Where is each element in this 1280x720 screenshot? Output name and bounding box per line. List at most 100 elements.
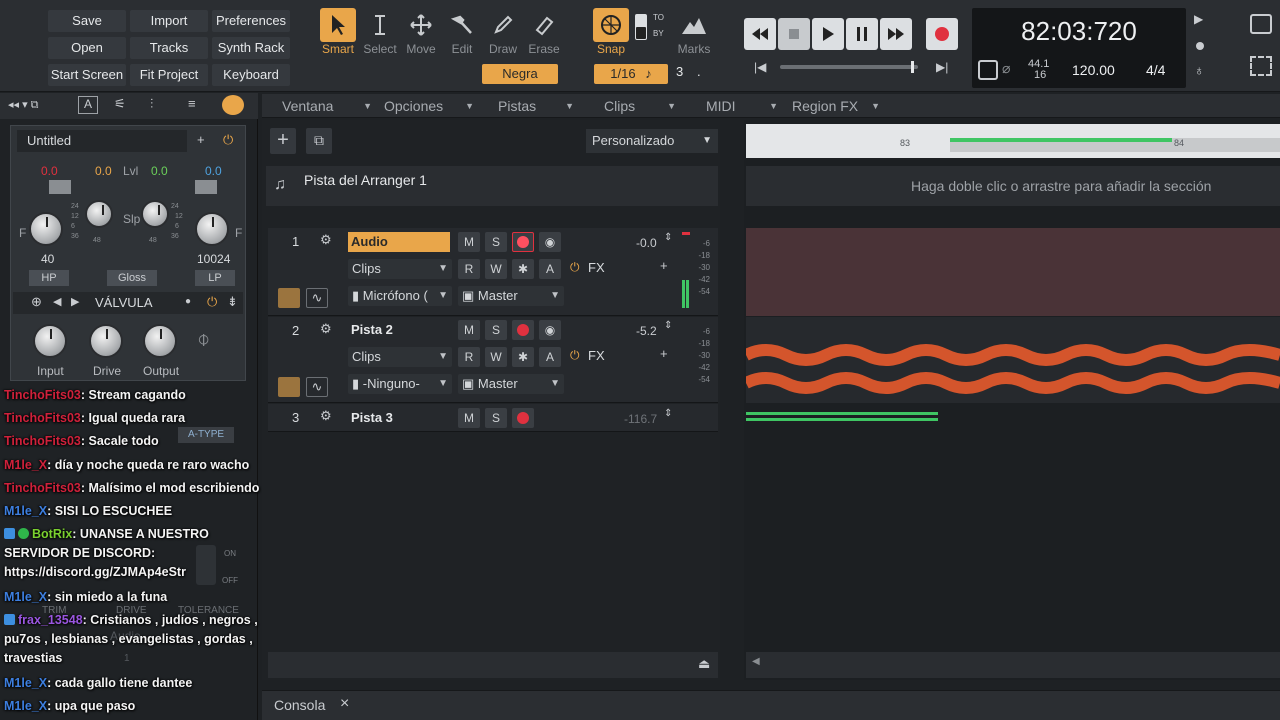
right-gain-knob[interactable] — [141, 200, 169, 228]
erase-tool[interactable]: Erase — [524, 8, 564, 60]
automation-icon[interactable]: ∿ — [306, 288, 328, 308]
track-row[interactable]: 3 ⚙ Pista 3 M S -116.7 ⇕ — [268, 404, 718, 432]
record-button[interactable] — [926, 18, 958, 50]
record-mode-icon[interactable] — [1196, 42, 1204, 50]
track-row[interactable]: 2 ⚙ Pista 2 M S ◉ -5.2 ⇕ Clips ▼ R W ✱ A … — [268, 317, 718, 403]
preset-name[interactable]: Untitled — [17, 130, 187, 152]
position-slider[interactable] — [780, 61, 918, 73]
menu-clips[interactable]: Clips ▼ — [604, 94, 676, 118]
waveform-icon[interactable]: ⫶ — [150, 96, 153, 112]
lanes-icon[interactable] — [278, 288, 300, 308]
edit-tool[interactable]: Edit — [442, 8, 482, 60]
volume-spinner-icon[interactable]: ⇕ — [664, 232, 672, 243]
duplicate-track-icon[interactable]: ⧉ — [306, 128, 332, 154]
power-icon[interactable] — [222, 95, 244, 115]
volume-spinner-icon[interactable]: ⇕ — [664, 408, 672, 419]
track-volume[interactable]: -0.0 — [636, 236, 657, 250]
track-name[interactable]: Pista 2 — [348, 320, 450, 340]
output-dropdown[interactable]: ▣ Master ▼ — [458, 286, 564, 306]
fx-label[interactable]: FX — [588, 260, 605, 275]
mute-button[interactable]: M — [458, 408, 480, 428]
lp-frequency-knob[interactable] — [195, 212, 229, 246]
valve-power-icon[interactable]: ⏻ — [207, 294, 217, 310]
close-icon[interactable]: × — [340, 695, 349, 713]
track-name[interactable]: Pista 3 — [348, 408, 450, 428]
menu-pistas[interactable]: Pistas ▼ — [498, 94, 574, 118]
freeze-button[interactable]: ✱ — [512, 347, 534, 367]
save-button[interactable]: Save — [48, 10, 126, 32]
track-name[interactable]: Audio — [348, 232, 450, 252]
track-settings-icon[interactable]: ⚙ — [320, 321, 332, 337]
freeze-button[interactable]: ✱ — [512, 259, 534, 279]
write-automation-button[interactable]: W — [485, 259, 507, 279]
track-settings-icon[interactable]: ⚙ — [320, 408, 332, 424]
gloss-button[interactable]: Gloss — [107, 270, 157, 286]
solo-button[interactable]: S — [485, 232, 507, 252]
track2-clip-lane[interactable] — [743, 317, 1280, 403]
drive-knob[interactable] — [89, 324, 123, 358]
expand-arrow-icon[interactable]: ▶ — [1194, 12, 1203, 26]
add-fx-icon[interactable]: + — [660, 346, 668, 361]
arm-record-button[interactable] — [512, 320, 534, 340]
time-readout[interactable]: 82:03:720 — [972, 16, 1186, 47]
add-fx-icon[interactable]: + — [660, 258, 668, 273]
add-track-button[interactable]: + — [270, 128, 296, 154]
select-tool[interactable]: Select — [360, 8, 400, 60]
fullscreen-icon[interactable] — [1250, 56, 1272, 76]
sync-icon[interactable] — [1250, 14, 1272, 34]
menu-midi[interactable]: MIDI ▼ — [706, 94, 778, 118]
menu-region-fx[interactable]: Region FX ▼ — [792, 94, 880, 118]
fx-label[interactable]: FX — [588, 348, 605, 363]
archive-button[interactable]: A — [539, 259, 561, 279]
mute-button[interactable]: M — [458, 320, 480, 340]
automation-icon[interactable]: ∿ — [306, 377, 328, 397]
go-to-start-icon[interactable]: |◀ — [754, 60, 766, 74]
menu-opciones[interactable]: Opciones ▼ — [384, 94, 474, 118]
monitor-button[interactable]: ◉ — [539, 232, 561, 252]
synth-rack-button[interactable]: Synth Rack — [212, 37, 290, 59]
input-dropdown[interactable]: ▮ -Ninguno- ▼ — [348, 374, 452, 394]
fit-project-button[interactable]: Fit Project — [130, 64, 208, 86]
pause-button[interactable] — [846, 18, 878, 50]
view-preset-dropdown[interactable]: Personalizado ▼ — [586, 129, 718, 153]
metronome-icon[interactable]: ⌀ — [1002, 60, 1022, 80]
open-button[interactable]: Open — [48, 37, 126, 59]
move-tool[interactable]: Move — [401, 8, 441, 60]
list-icon[interactable]: ≡ — [188, 96, 196, 111]
time-signature[interactable]: 4/4 — [1146, 62, 1165, 78]
module-power-icon[interactable]: ⏻ — [223, 132, 233, 148]
midi-clip[interactable] — [746, 418, 938, 421]
tempo-curve-icon[interactable]: ♁ — [1194, 62, 1205, 78]
read-automation-button[interactable]: R — [458, 259, 480, 279]
lanes-icon[interactable] — [278, 377, 300, 397]
note-value-dropdown[interactable]: Negra — [482, 64, 558, 84]
right-fader[interactable] — [195, 180, 217, 194]
valve-menu-icon[interactable]: ⇟ — [227, 294, 238, 310]
track3-clip-lane[interactable] — [746, 404, 1280, 432]
eject-icon[interactable]: ⏏ — [698, 656, 710, 672]
clips-dropdown[interactable]: Clips ▼ — [348, 259, 452, 279]
input-knob[interactable] — [33, 324, 67, 358]
timeline-ruler[interactable]: 83 84 — [746, 124, 1280, 158]
arm-record-button[interactable] — [512, 232, 534, 252]
import-button[interactable]: Import — [130, 10, 208, 32]
snap-mode-switch[interactable] — [635, 14, 647, 40]
stop-button[interactable] — [778, 18, 810, 50]
left-gain-knob[interactable] — [85, 200, 113, 228]
hp-frequency-knob[interactable] — [29, 212, 63, 246]
go-to-end-icon[interactable]: ▶| — [936, 60, 948, 74]
text-icon[interactable]: A — [78, 96, 98, 114]
snap-value-dropdown[interactable]: 1/16 ♪ — [594, 64, 668, 84]
hp-button[interactable]: HP — [29, 270, 69, 286]
lp-button[interactable]: LP — [195, 270, 235, 286]
snap-toggle[interactable]: Snap — [591, 8, 631, 60]
clips-dropdown[interactable]: Clips ▼ — [348, 347, 452, 367]
fx-power-icon[interactable]: ⏻ — [570, 260, 580, 275]
track-settings-icon[interactable]: ⚙ — [320, 232, 332, 248]
track1-clip-lane[interactable] — [746, 228, 1280, 316]
write-automation-button[interactable]: W — [485, 347, 507, 367]
solo-button[interactable]: S — [485, 320, 507, 340]
timeline-scrollbar[interactable]: ◀ — [746, 652, 1280, 678]
fast-forward-button[interactable] — [880, 18, 912, 50]
loop-icon[interactable] — [978, 60, 998, 80]
